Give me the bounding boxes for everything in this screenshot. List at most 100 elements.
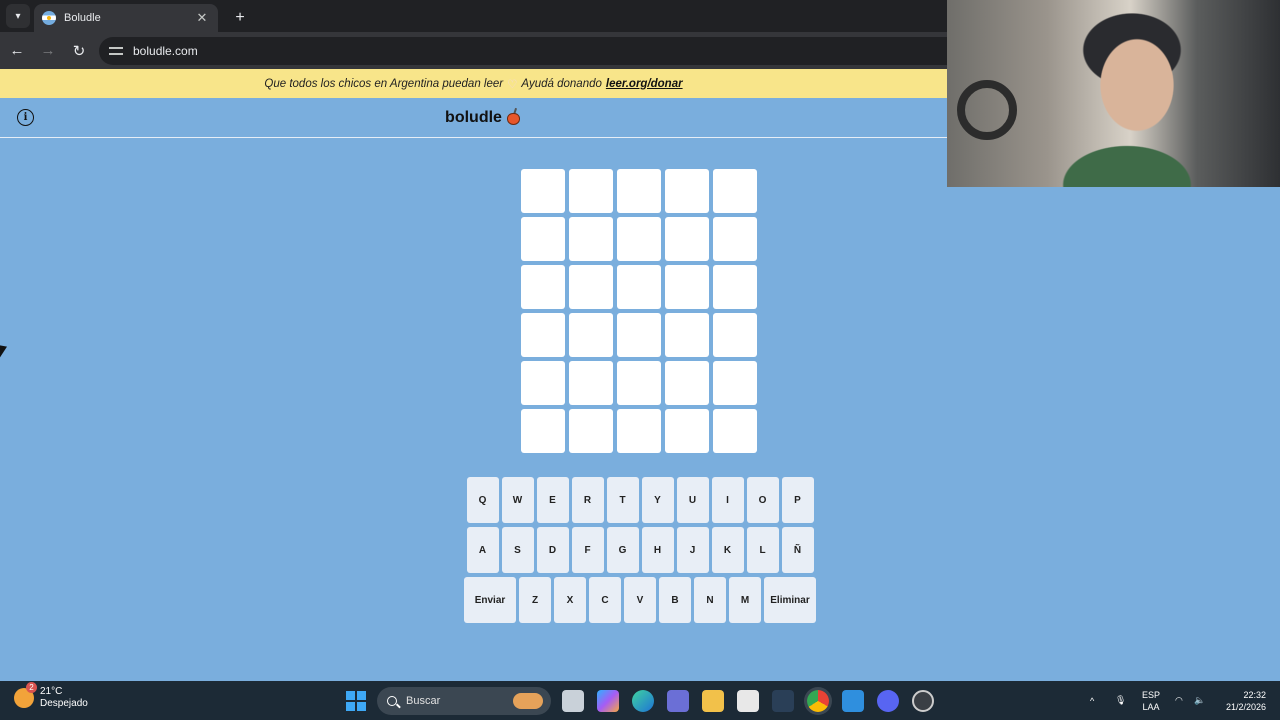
back-arrow-icon[interactable]: ← xyxy=(3,37,31,65)
taskbar-search[interactable]: Buscar xyxy=(377,687,551,715)
weather-desc: Despejado xyxy=(40,698,88,709)
volume-icon[interactable]: 🔈 xyxy=(1194,681,1205,720)
photos-icon[interactable] xyxy=(842,690,864,712)
key-t[interactable]: T xyxy=(606,477,639,523)
key-z[interactable]: Z xyxy=(519,577,551,623)
grid-cell xyxy=(713,265,757,309)
key-l[interactable]: L xyxy=(746,527,779,573)
system-clock[interactable]: 22:32 21/2/2026 xyxy=(1218,689,1266,713)
key-v[interactable]: V xyxy=(624,577,656,623)
key-d[interactable]: D xyxy=(536,527,569,573)
copilot-icon[interactable] xyxy=(597,690,619,712)
microphone-icon[interactable]: 🎙 xyxy=(1115,681,1126,720)
title-text: boludle xyxy=(445,108,502,126)
key-q[interactable]: Q xyxy=(466,477,499,523)
tab-search-button[interactable]: ▾ xyxy=(6,4,30,28)
chrome-icon[interactable] xyxy=(807,690,829,712)
banner-donate-text: Ayudá donando xyxy=(521,77,602,90)
grid-cell xyxy=(617,169,661,213)
tray-overflow-icon[interactable]: ^ xyxy=(1090,681,1094,720)
new-tab-button[interactable]: + xyxy=(228,9,252,27)
page-title: boludle xyxy=(445,107,520,127)
weather-widget[interactable]: 2 21°C Despejado xyxy=(14,682,88,710)
grid-cell xyxy=(617,217,661,261)
key-n[interactable]: N xyxy=(694,577,726,623)
browser-tab[interactable]: Boludle ✕ xyxy=(34,4,218,32)
key-k[interactable]: K xyxy=(711,527,744,573)
grid-cell xyxy=(521,265,565,309)
key-b[interactable]: B xyxy=(659,577,691,623)
clock-time: 22:32 xyxy=(1243,690,1266,700)
steam-icon[interactable] xyxy=(772,690,794,712)
key-p[interactable]: P xyxy=(781,477,814,523)
grid-cell xyxy=(665,409,709,453)
key-j[interactable]: J xyxy=(676,527,709,573)
tab-title: Boludle xyxy=(64,12,101,24)
start-button-icon[interactable] xyxy=(346,691,366,711)
key-o[interactable]: O xyxy=(746,477,779,523)
game-header: i boludle xyxy=(0,98,947,138)
key-c[interactable]: C xyxy=(589,577,621,623)
site-settings-icon[interactable] xyxy=(109,44,123,58)
grid-cell xyxy=(665,169,709,213)
notification-badge: 2 xyxy=(26,682,37,693)
argentina-flag-icon xyxy=(42,11,56,25)
grid-cell xyxy=(569,313,613,357)
grid-cell xyxy=(713,169,757,213)
key-w[interactable]: W xyxy=(501,477,534,523)
key-y[interactable]: Y xyxy=(641,477,674,523)
grid-cell xyxy=(521,169,565,213)
language-indicator[interactable]: ESP LAA xyxy=(1142,689,1160,713)
store-icon[interactable] xyxy=(737,690,759,712)
discord-icon[interactable] xyxy=(877,690,899,712)
keyboard-row-1: QWERTYUIOP xyxy=(463,477,817,523)
key-s[interactable]: S xyxy=(501,527,534,573)
info-icon[interactable]: i xyxy=(17,109,34,126)
grid-cell xyxy=(665,361,709,405)
reload-icon[interactable]: ↻ xyxy=(65,37,93,65)
grid-cell xyxy=(617,361,661,405)
teams-icon[interactable] xyxy=(667,690,689,712)
grid-cell xyxy=(713,313,757,357)
grid-cell xyxy=(665,313,709,357)
key-a[interactable]: A xyxy=(466,527,499,573)
key-u[interactable]: U xyxy=(676,477,709,523)
grid-cell xyxy=(569,217,613,261)
grid-cell xyxy=(617,409,661,453)
grid-cell xyxy=(665,265,709,309)
key-e[interactable]: E xyxy=(536,477,569,523)
guess-grid xyxy=(521,169,757,453)
clock-date: 21/2/2026 xyxy=(1225,702,1266,712)
key-x[interactable]: X xyxy=(554,577,586,623)
donate-link[interactable]: leer.org/donar xyxy=(606,78,683,90)
delete-key[interactable]: Eliminar xyxy=(764,577,816,623)
weather-sun-icon: 2 xyxy=(14,682,37,708)
enter-key[interactable]: Enviar xyxy=(464,577,516,623)
donation-banner: Que todos los chicos en Argentina puedan… xyxy=(0,69,947,98)
key-ñ[interactable]: Ñ xyxy=(781,527,814,573)
key-i[interactable]: I xyxy=(711,477,744,523)
file-explorer-icon[interactable] xyxy=(702,690,724,712)
obs-icon[interactable] xyxy=(912,690,934,712)
close-tab-icon[interactable]: ✕ xyxy=(194,10,210,26)
key-h[interactable]: H xyxy=(641,527,674,573)
keyboard-row-2: ASDFGHJKLÑ xyxy=(463,527,817,573)
grid-cell xyxy=(617,265,661,309)
forward-arrow-icon[interactable]: → xyxy=(34,37,62,65)
keyboard-layout: LAA xyxy=(1142,702,1160,712)
key-g[interactable]: G xyxy=(606,527,639,573)
url-text: boludle.com xyxy=(133,43,198,58)
grid-cell xyxy=(713,217,757,261)
key-f[interactable]: F xyxy=(571,527,604,573)
task-view-icon[interactable] xyxy=(562,690,584,712)
grid-cell xyxy=(569,265,613,309)
lang-code: ESP xyxy=(1142,690,1161,700)
key-r[interactable]: R xyxy=(571,477,604,523)
key-m[interactable]: M xyxy=(729,577,761,623)
keyboard-row-3: Enviar Z X C V B N M Eliminar xyxy=(463,577,817,623)
windows-taskbar: 2 21°C Despejado Buscar ^ 🎙 ESP LAA ◠ 🔈 … xyxy=(0,681,1280,720)
address-bar[interactable]: boludle.com xyxy=(99,36,979,65)
wifi-icon[interactable]: ◠ xyxy=(1175,681,1183,720)
grid-cell xyxy=(521,217,565,261)
edge-icon[interactable] xyxy=(632,690,654,712)
